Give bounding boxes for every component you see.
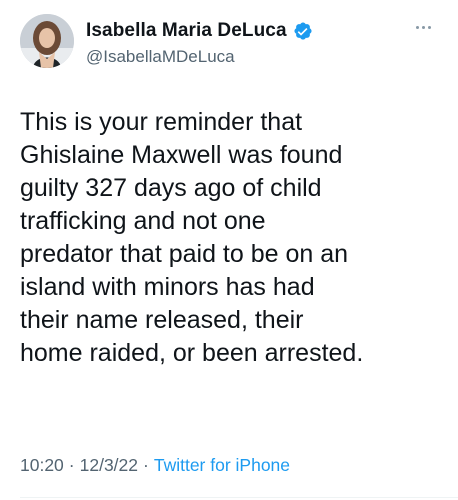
author-name-row: Isabella Maria DeLuca <box>86 20 313 42</box>
divider <box>20 497 458 498</box>
meta-separator: · <box>68 455 75 475</box>
tweet-card: Isabella Maria DeLuca @IsabellaMDeLuca T… <box>0 0 458 500</box>
avatar-image <box>20 14 74 68</box>
tweet-meta: 10:20 · 12/3/22 · Twitter for iPhone <box>20 455 290 476</box>
profile-avatar[interactable] <box>20 14 74 68</box>
tweet-text: This is your reminder that Ghislaine Max… <box>20 108 364 367</box>
tweet-time[interactable]: 10:20 <box>20 455 64 476</box>
more-options-icon[interactable] <box>416 22 438 32</box>
author-display-name[interactable]: Isabella Maria DeLuca <box>86 20 287 42</box>
author-handle[interactable]: @IsabellaMDeLuca <box>86 47 235 67</box>
tweet-source-link[interactable]: Twitter for iPhone <box>154 455 290 476</box>
meta-separator: · <box>143 455 149 475</box>
verified-badge-icon <box>293 21 313 41</box>
tweet-date[interactable]: 12/3/22 <box>80 455 138 476</box>
